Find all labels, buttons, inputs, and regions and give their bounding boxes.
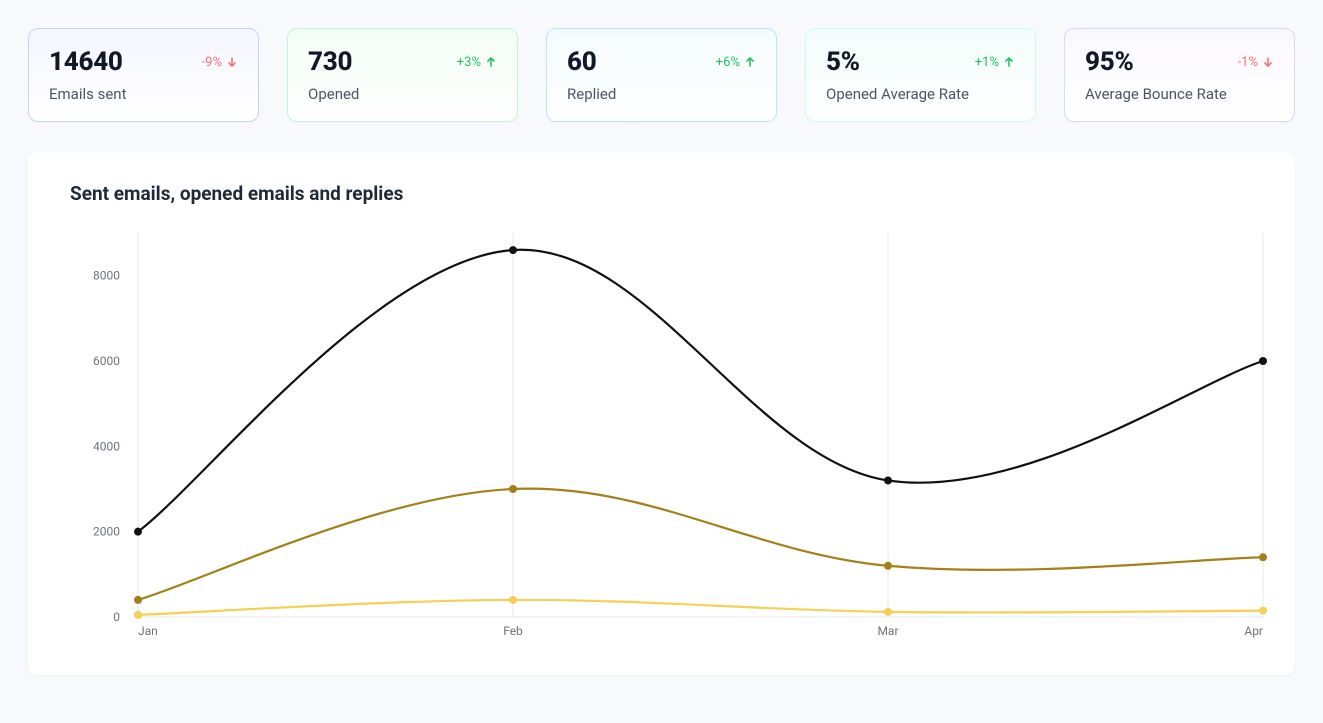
card-change: -1%	[1238, 55, 1274, 70]
svg-text:8000: 8000	[93, 269, 120, 283]
svg-text:6000: 6000	[93, 354, 120, 368]
svg-text:Feb: Feb	[503, 624, 523, 638]
chart-title: Sent emails, opened emails and replies	[70, 182, 1275, 205]
card-value: 14640	[49, 47, 123, 77]
svg-text:Jan: Jan	[138, 624, 158, 638]
chart-card: Sent emails, opened emails and replies 0…	[28, 152, 1295, 675]
card-label: Average Bounce Rate	[1085, 85, 1274, 103]
arrow-down-icon	[226, 56, 238, 68]
svg-text:2000: 2000	[93, 525, 120, 539]
card-replied: 60 +6% Replied	[546, 28, 777, 122]
arrow-down-icon	[1262, 56, 1274, 68]
line-chart: 0 2000 4000 6000 8000 Jan Feb Mar Apr	[48, 223, 1273, 653]
svg-text:Mar: Mar	[877, 624, 898, 638]
card-emails-sent: 14640 -9% Emails sent	[28, 28, 259, 122]
card-value: 5%	[826, 47, 860, 77]
card-value: 95%	[1085, 47, 1133, 77]
card-label: Opened	[308, 85, 497, 103]
card-bounce-rate: 95% -1% Average Bounce Rate	[1064, 28, 1295, 122]
card-change: -9%	[202, 55, 238, 70]
card-label: Replied	[567, 85, 756, 103]
card-change: +3%	[457, 55, 497, 70]
card-change: +1%	[975, 55, 1015, 70]
svg-text:0: 0	[113, 610, 120, 624]
arrow-up-icon	[485, 56, 497, 68]
card-change: +6%	[716, 55, 756, 70]
arrow-up-icon	[1003, 56, 1015, 68]
card-value: 730	[308, 47, 352, 77]
card-value: 60	[567, 47, 596, 77]
stat-cards-row: 14640 -9% Emails sent 730 +3% Opened 60	[28, 28, 1295, 122]
arrow-up-icon	[744, 56, 756, 68]
card-label: Opened Average Rate	[826, 85, 1015, 103]
svg-text:4000: 4000	[93, 439, 120, 453]
card-open-rate: 5% +1% Opened Average Rate	[805, 28, 1036, 122]
svg-text:Apr: Apr	[1244, 624, 1263, 638]
card-opened: 730 +3% Opened	[287, 28, 518, 122]
card-label: Emails sent	[49, 85, 238, 103]
